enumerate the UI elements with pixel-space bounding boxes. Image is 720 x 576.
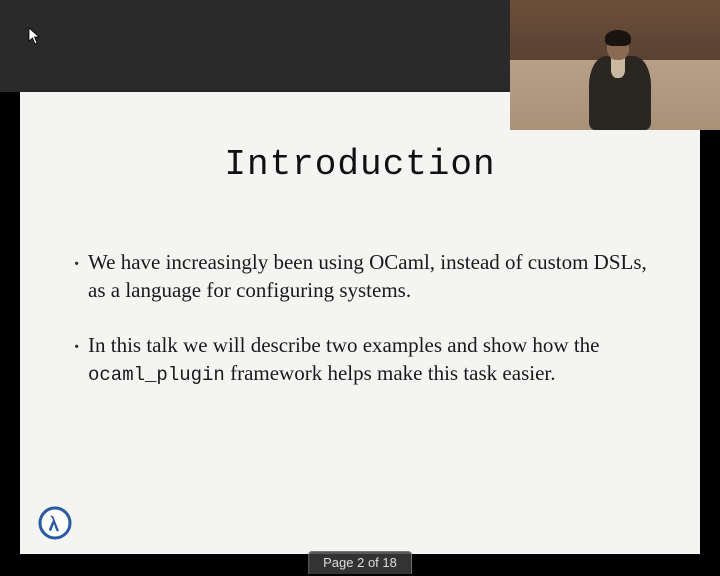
window-top-bar [0, 0, 510, 92]
presenter-figure [585, 28, 655, 130]
bullet-item: We have increasingly been using OCaml, i… [72, 249, 658, 304]
bullet-item: In this talk we will describe two exampl… [72, 332, 658, 388]
page-indicator: Page 2 of 18 [308, 551, 412, 574]
bullet-list: We have increasingly been using OCaml, i… [20, 249, 700, 388]
slide-title: Introduction [20, 144, 700, 185]
lambda-logo-icon [38, 506, 72, 540]
bullet-text: We have increasingly been using OCaml, i… [88, 250, 647, 302]
slide: Introduction We have increasingly been u… [20, 92, 700, 554]
bullet-text-post: framework helps make this task easier. [225, 361, 556, 385]
bullet-code: ocaml_plugin [88, 364, 225, 386]
presenter-video-thumbnail [510, 0, 720, 130]
bullet-text-pre: In this talk we will describe two exampl… [88, 333, 599, 357]
